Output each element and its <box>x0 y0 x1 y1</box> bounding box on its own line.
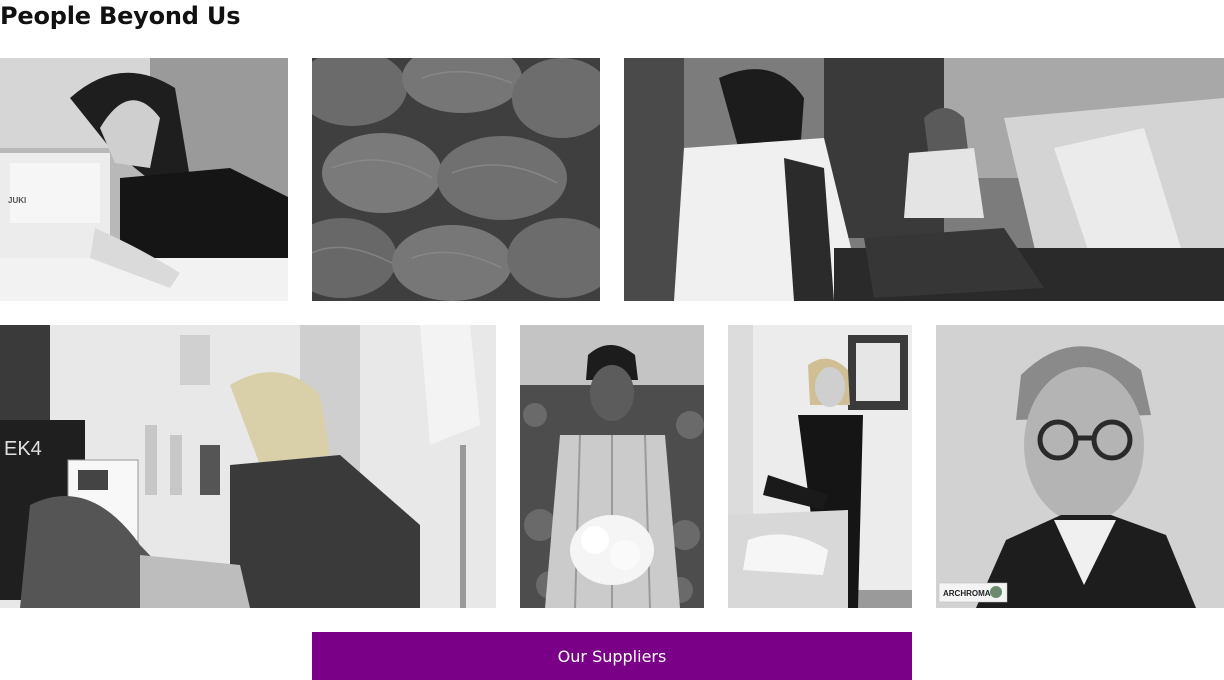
board-label: EK4 <box>4 438 42 460</box>
page-title: People Beyond Us <box>0 2 241 30</box>
seamstress-sewing-machine-photo: JUKI <box>0 58 288 301</box>
tailors-workshop-photo <box>624 58 1224 301</box>
machine-brand-label: JUKI <box>8 196 26 205</box>
cotton-farmer-photo <box>520 325 704 608</box>
tailor-cutting-fabric-photo <box>728 325 912 608</box>
wool-yarn-skeins-photo <box>312 58 600 301</box>
archroma-logo-text: ARCHROMA <box>943 589 991 598</box>
our-suppliers-button[interactable]: Our Suppliers <box>312 632 912 680</box>
executive-portrait-photo: ARCHROMA <box>936 325 1224 608</box>
designer-studio-photo: EK4 <box>0 325 496 608</box>
